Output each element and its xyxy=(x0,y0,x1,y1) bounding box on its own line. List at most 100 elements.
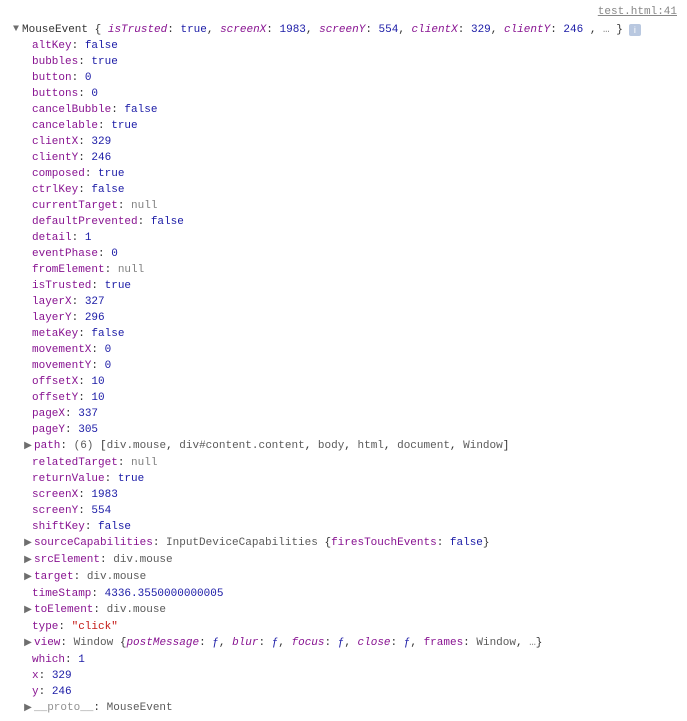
property-row-expandable[interactable]: ▶srcElement: div.mouse xyxy=(6,552,681,569)
property-row-expandable[interactable]: ▶toElement: div.mouse xyxy=(6,602,681,619)
disclosure-triangle-right-icon[interactable]: ▶ xyxy=(24,439,32,455)
property-row: layerX: 327 xyxy=(6,294,681,310)
property-row-expandable[interactable]: ▶view: Window {postMessage: ƒ, blur: ƒ, … xyxy=(6,635,681,652)
property-row: relatedTarget: null xyxy=(6,455,681,471)
property-row: movementY: 0 xyxy=(6,358,681,374)
property-key: metaKey xyxy=(32,328,78,340)
property-row: which: 1 xyxy=(6,652,681,668)
property-key: x xyxy=(32,670,39,682)
property-key: pageY xyxy=(32,424,65,436)
disclosure-triangle-right-icon[interactable]: ▶ xyxy=(24,536,32,552)
property-key: pageX xyxy=(32,408,65,420)
property-row-expandable[interactable]: ▶sourceCapabilities: InputDeviceCapabili… xyxy=(6,535,681,552)
property-row: defaultPrevented: false xyxy=(6,214,681,230)
property-value: true xyxy=(111,120,137,132)
property-row: eventPhase: 0 xyxy=(6,246,681,262)
object-class-name: MouseEvent xyxy=(22,24,88,36)
property-value: 0 xyxy=(91,88,98,100)
property-row: movementX: 0 xyxy=(6,342,681,358)
property-value: false xyxy=(98,521,131,533)
property-key: y xyxy=(32,686,39,698)
property-row: detail: 1 xyxy=(6,230,681,246)
property-value: null xyxy=(118,264,144,276)
property-row: cancelBubble: false xyxy=(6,102,681,118)
property-row: fromElement: null xyxy=(6,262,681,278)
disclosure-triangle-right-icon[interactable]: ▶ xyxy=(24,570,32,586)
property-value: 1 xyxy=(78,654,85,666)
property-row: x: 329 xyxy=(6,668,681,684)
property-key: altKey xyxy=(32,40,72,52)
property-row: altKey: false xyxy=(6,38,681,54)
property-value: 1983 xyxy=(91,489,117,501)
property-value: true xyxy=(118,473,144,485)
ellipsis-icon: … xyxy=(603,24,610,36)
property-key: clientY xyxy=(32,152,78,164)
disclosure-triangle-right-icon[interactable]: ▶ xyxy=(24,553,32,569)
property-value: false xyxy=(91,184,124,196)
property-key: screenX xyxy=(32,489,78,501)
property-row-expandable[interactable]: ▶target: div.mouse xyxy=(6,569,681,586)
property-row: ctrlKey: false xyxy=(6,182,681,198)
property-key: screenY xyxy=(32,505,78,517)
source-link[interactable]: test.html:41 xyxy=(6,4,681,20)
property-row: timeStamp: 4336.3550000000005 xyxy=(6,586,681,602)
property-key: button xyxy=(32,72,72,84)
property-value: 10 xyxy=(91,392,104,404)
property-value: 296 xyxy=(85,312,105,324)
property-key: defaultPrevented xyxy=(32,216,138,228)
property-row: clientY: 246 xyxy=(6,150,681,166)
property-value: false xyxy=(124,104,157,116)
property-key: type xyxy=(32,621,58,633)
property-value: null xyxy=(131,200,157,212)
property-row: isTrusted: true xyxy=(6,278,681,294)
property-value: false xyxy=(85,40,118,52)
property-row: pageY: 305 xyxy=(6,422,681,438)
disclosure-triangle-right-icon[interactable]: ▶ xyxy=(24,701,32,717)
property-row-expandable[interactable]: ▶__proto__: MouseEvent xyxy=(6,700,681,717)
property-row: offsetX: 10 xyxy=(6,374,681,390)
property-key: layerY xyxy=(32,312,72,324)
disclosure-triangle-down-icon[interactable]: ▼ xyxy=(12,22,20,38)
property-row: buttons: 0 xyxy=(6,86,681,102)
property-key: composed xyxy=(32,168,85,180)
property-key: isTrusted xyxy=(32,280,91,292)
property-row: returnValue: true xyxy=(6,471,681,487)
property-key: returnValue xyxy=(32,473,105,485)
property-value: 4336.3550000000005 xyxy=(105,588,224,600)
property-value: 246 xyxy=(52,686,72,698)
property-key: which xyxy=(32,654,65,666)
property-row: screenX: 1983 xyxy=(6,487,681,503)
property-row: currentTarget: null xyxy=(6,198,681,214)
property-key: eventPhase xyxy=(32,248,98,260)
object-header-row[interactable]: ▼ MouseEvent { isTrusted: true, screenX:… xyxy=(6,22,681,38)
property-row: layerY: 296 xyxy=(6,310,681,326)
property-row: button: 0 xyxy=(6,70,681,86)
property-key: currentTarget xyxy=(32,200,118,212)
property-key: clientX xyxy=(32,136,78,148)
property-value: 10 xyxy=(91,376,104,388)
property-row: offsetY: 10 xyxy=(6,390,681,406)
property-row: metaKey: false xyxy=(6,326,681,342)
property-value: 246 xyxy=(91,152,111,164)
property-key: bubbles xyxy=(32,56,78,68)
property-value: 337 xyxy=(78,408,98,420)
object-header-preview: isTrusted: true, screenX: 1983, screenY:… xyxy=(108,24,583,36)
property-row-expandable[interactable]: ▶path: (6) [div.mouse, div#content.conte… xyxy=(6,438,681,455)
property-row: type: "click" xyxy=(6,619,681,635)
property-row: composed: true xyxy=(6,166,681,182)
property-row: cancelable: true xyxy=(6,118,681,134)
property-row: pageX: 337 xyxy=(6,406,681,422)
property-value: 327 xyxy=(85,296,105,308)
property-value: 0 xyxy=(85,72,92,84)
property-value: null xyxy=(131,457,157,469)
info-icon[interactable]: i xyxy=(629,24,641,36)
disclosure-triangle-right-icon[interactable]: ▶ xyxy=(24,636,32,652)
property-key: movementX xyxy=(32,344,91,356)
property-key: fromElement xyxy=(32,264,105,276)
property-value: "click" xyxy=(72,621,118,633)
property-value: 554 xyxy=(91,505,111,517)
property-row: screenY: 554 xyxy=(6,503,681,519)
property-row: clientX: 329 xyxy=(6,134,681,150)
property-key: relatedTarget xyxy=(32,457,118,469)
disclosure-triangle-right-icon[interactable]: ▶ xyxy=(24,603,32,619)
